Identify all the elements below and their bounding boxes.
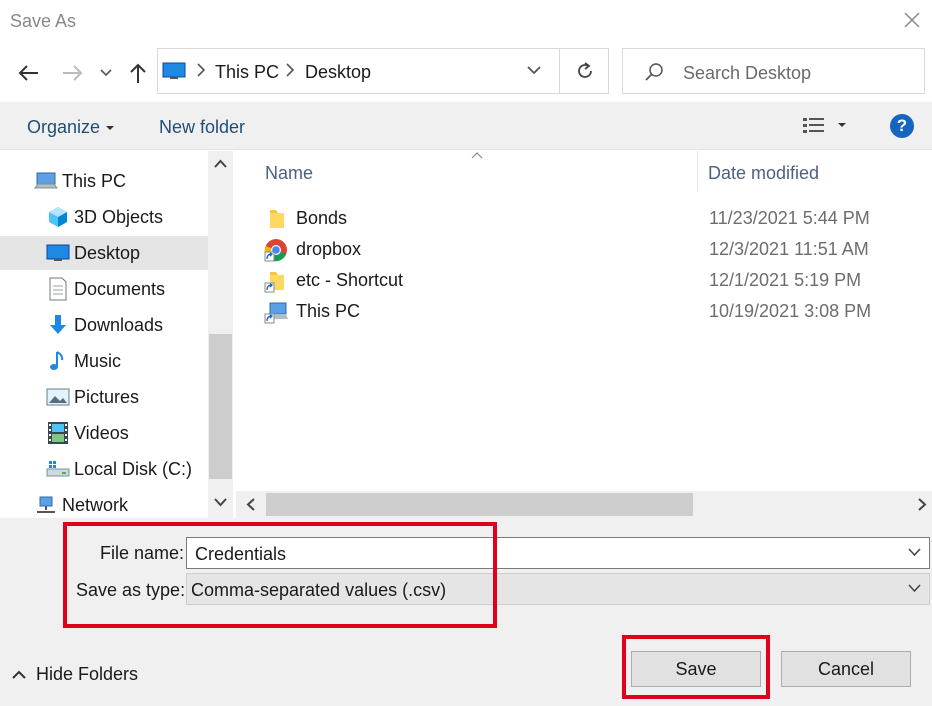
chrome-shortcut-icon (264, 239, 287, 262)
column-header-name[interactable]: Name (265, 163, 313, 184)
close-icon[interactable] (902, 10, 922, 30)
music-note-icon (46, 349, 70, 373)
recent-locations-chevron-icon[interactable] (95, 60, 117, 86)
computer-icon (34, 169, 58, 193)
hide-folders-button[interactable]: Hide Folders (12, 664, 138, 685)
desktop-icon (46, 241, 70, 265)
scroll-down-icon[interactable] (214, 498, 227, 507)
scrollbar-thumb[interactable] (209, 334, 232, 479)
back-arrow-icon[interactable] (15, 60, 41, 86)
file-row-etc-shortcut[interactable]: etc - Shortcut 12/1/2021 5:19 PM (264, 265, 904, 295)
organize-menu-button[interactable]: Organize (27, 117, 115, 138)
folder-shortcut-icon (264, 272, 284, 293)
navigation-pane-scrollbar[interactable] (208, 151, 233, 518)
refresh-button[interactable] (559, 49, 610, 93)
chevron-up-icon (12, 670, 26, 679)
highlight-box-save (622, 635, 770, 699)
file-name: dropbox (296, 239, 362, 259)
column-divider[interactable] (697, 151, 698, 191)
sidebar-item-3d-objects[interactable]: 3D Objects (46, 200, 208, 234)
up-arrow-icon[interactable] (125, 60, 151, 86)
sidebar-item-label: Downloads (74, 314, 164, 335)
sidebar-item-label: Music (74, 350, 122, 371)
sidebar-item-network[interactable]: Network (34, 488, 208, 518)
refresh-icon (578, 62, 592, 78)
sidebar-item-local-disk[interactable]: Local Disk (C:) (46, 452, 208, 486)
title-bar: Save As (0, 0, 932, 44)
picture-icon (46, 385, 70, 409)
sidebar-item-label: Videos (74, 422, 129, 443)
sidebar-item-documents[interactable]: Documents (46, 272, 208, 306)
navigation-pane: This PC 3D Objects Desktop Documents Dow… (0, 151, 233, 518)
sidebar-item-desktop[interactable]: Desktop (0, 236, 208, 270)
file-name: etc - Shortcut (296, 270, 404, 290)
folder-icon (270, 210, 284, 228)
network-icon (34, 493, 58, 517)
sidebar-item-label: Local Disk (C:) (74, 458, 193, 479)
film-icon (46, 421, 70, 445)
help-button[interactable]: ? (890, 114, 914, 138)
address-dropdown-icon[interactable] (526, 64, 542, 76)
sidebar-item-label: Pictures (74, 386, 140, 407)
scrollbar-thumb[interactable] (266, 493, 693, 516)
organize-label: Organize (27, 117, 101, 137)
file-name: Bonds (296, 208, 348, 228)
breadcrumb-desktop[interactable]: Desktop (305, 62, 371, 83)
sidebar-item-label: Desktop (74, 242, 141, 263)
cancel-button[interactable]: Cancel (781, 651, 911, 687)
scroll-right-icon[interactable] (918, 498, 927, 511)
column-header-date-modified[interactable]: Date modified (708, 163, 819, 184)
window-title: Save As (10, 11, 77, 31)
file-name: This PC (296, 301, 361, 321)
file-row-bonds[interactable]: Bonds 11/23/2021 5:44 PM (264, 203, 904, 233)
sidebar-item-videos[interactable]: Videos (46, 416, 208, 450)
file-date: 10/19/2021 3:08 PM (709, 301, 872, 321)
forward-arrow-icon[interactable] (60, 60, 86, 86)
new-folder-button[interactable]: New folder (159, 117, 245, 138)
scroll-up-icon[interactable] (214, 159, 227, 168)
breadcrumb-separator-icon (197, 63, 206, 77)
file-date: 12/3/2021 11:51 AM (709, 239, 869, 259)
save-form-panel: File name: Credentials Save as type: Com… (0, 518, 932, 706)
breadcrumb-this-pc[interactable]: This PC (215, 62, 279, 83)
hide-folders-label: Hide Folders (36, 664, 139, 684)
address-bar[interactable]: This PC Desktop (157, 48, 609, 94)
command-toolbar: Organize New folder ? (0, 102, 932, 150)
sidebar-item-music[interactable]: Music (46, 344, 208, 378)
search-icon (645, 63, 663, 81)
document-icon (46, 277, 70, 301)
view-options-caret-icon[interactable] (836, 120, 848, 130)
desktop-icon (162, 62, 186, 79)
sidebar-item-pictures[interactable]: Pictures (46, 380, 208, 414)
sidebar-item-label: Documents (74, 278, 166, 299)
chevron-down-icon[interactable] (908, 584, 921, 593)
file-list: Name Date modified Bonds 11/23/2021 5:44… (236, 151, 932, 491)
sort-ascending-icon (471, 152, 483, 159)
search-placeholder: Search Desktop (683, 63, 812, 83)
file-row-dropbox[interactable]: dropbox 12/3/2021 11:51 AM (264, 234, 904, 264)
highlight-box-fields (63, 522, 497, 628)
sidebar-item-this-pc[interactable]: This PC (34, 164, 208, 198)
caret-down-icon (106, 126, 115, 131)
navigation-bar: This PC Desktop Search Desktop (0, 44, 932, 102)
file-date: 11/23/2021 5:44 PM (709, 208, 870, 228)
sidebar-item-label: 3D Objects (74, 206, 164, 227)
search-box[interactable]: Search Desktop (622, 48, 925, 94)
file-date: 12/1/2021 5:19 PM (709, 270, 862, 290)
cube-icon (46, 205, 70, 229)
chevron-down-icon[interactable] (908, 548, 921, 557)
file-list-horizontal-scrollbar[interactable] (236, 491, 932, 518)
sidebar-item-label: This PC (62, 170, 127, 191)
sidebar-item-label: Network (62, 494, 129, 515)
view-details-icon[interactable] (802, 115, 826, 137)
download-arrow-icon (46, 313, 70, 337)
breadcrumb-separator-icon (286, 63, 295, 77)
computer-shortcut-icon (264, 302, 288, 324)
sidebar-item-downloads[interactable]: Downloads (46, 308, 208, 342)
drive-icon (46, 457, 70, 481)
scroll-left-icon[interactable] (246, 498, 255, 511)
file-row-this-pc[interactable]: This PC 10/19/2021 3:08 PM (264, 296, 904, 326)
